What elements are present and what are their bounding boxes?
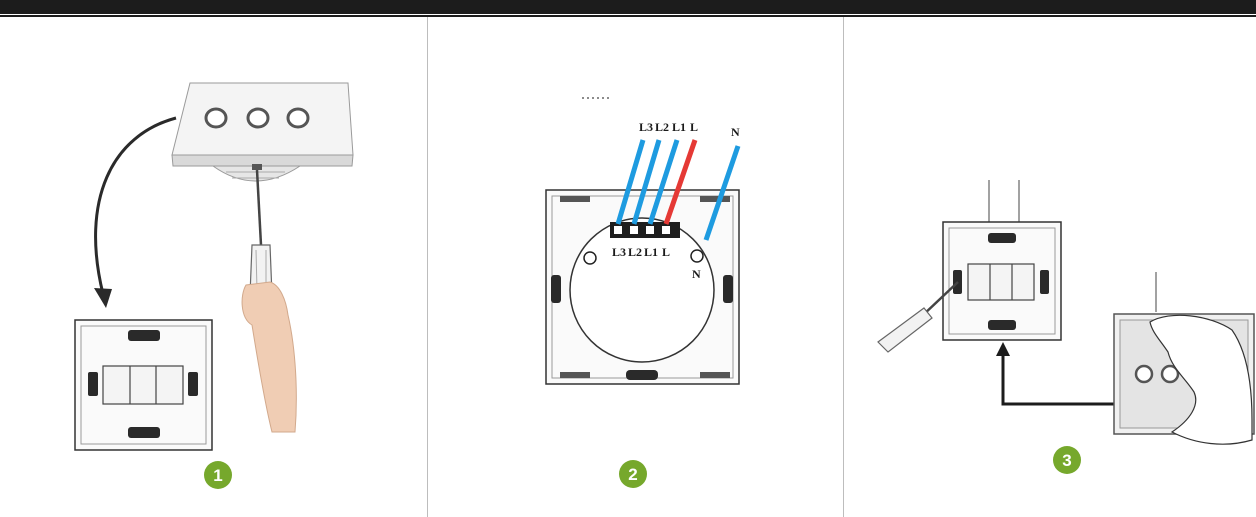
terminal-label-l: L bbox=[662, 245, 670, 259]
wire-label-l2: L2 bbox=[655, 120, 669, 134]
panel-2-wiring: L3 L2 L1 L N L3 L2 L1 L N 2 bbox=[545, 97, 741, 488]
wire-label-l: L bbox=[690, 120, 698, 134]
switch-backplate-2 bbox=[545, 189, 740, 385]
attach-arrow-head bbox=[996, 342, 1010, 356]
switch-glass-panel bbox=[171, 82, 354, 182]
screwdriver-icon bbox=[249, 169, 273, 296]
panel-3-attach-cover: 3 bbox=[877, 180, 1255, 474]
curved-arrow-head bbox=[94, 288, 112, 308]
terminal-label-l1: L1 bbox=[644, 245, 658, 259]
wire-label-n: N bbox=[731, 125, 740, 139]
step-number-2: 2 bbox=[628, 465, 637, 484]
panel-1-remove-cover: 1 bbox=[74, 82, 354, 489]
curved-arrow bbox=[94, 116, 177, 295]
terminal-label-l2: L2 bbox=[628, 245, 642, 259]
wall-backplate-3 bbox=[942, 221, 1062, 341]
hand-icon bbox=[241, 281, 297, 433]
installation-diagram: 1 L3 L2 L1 L N L3 L2 L1 L N 2 3 bbox=[74, 82, 1255, 489]
terminal-block bbox=[610, 222, 680, 238]
terminal-label-l3: L3 bbox=[612, 245, 626, 259]
step-number-1: 1 bbox=[213, 466, 222, 485]
wire-label-l1: L1 bbox=[672, 120, 686, 134]
terminal-label-n: N bbox=[692, 267, 701, 281]
wall-backplate-1 bbox=[74, 319, 213, 451]
step-number-3: 3 bbox=[1062, 451, 1071, 470]
wire-label-l3: L3 bbox=[639, 120, 653, 134]
attach-arrow bbox=[1001, 352, 1114, 406]
